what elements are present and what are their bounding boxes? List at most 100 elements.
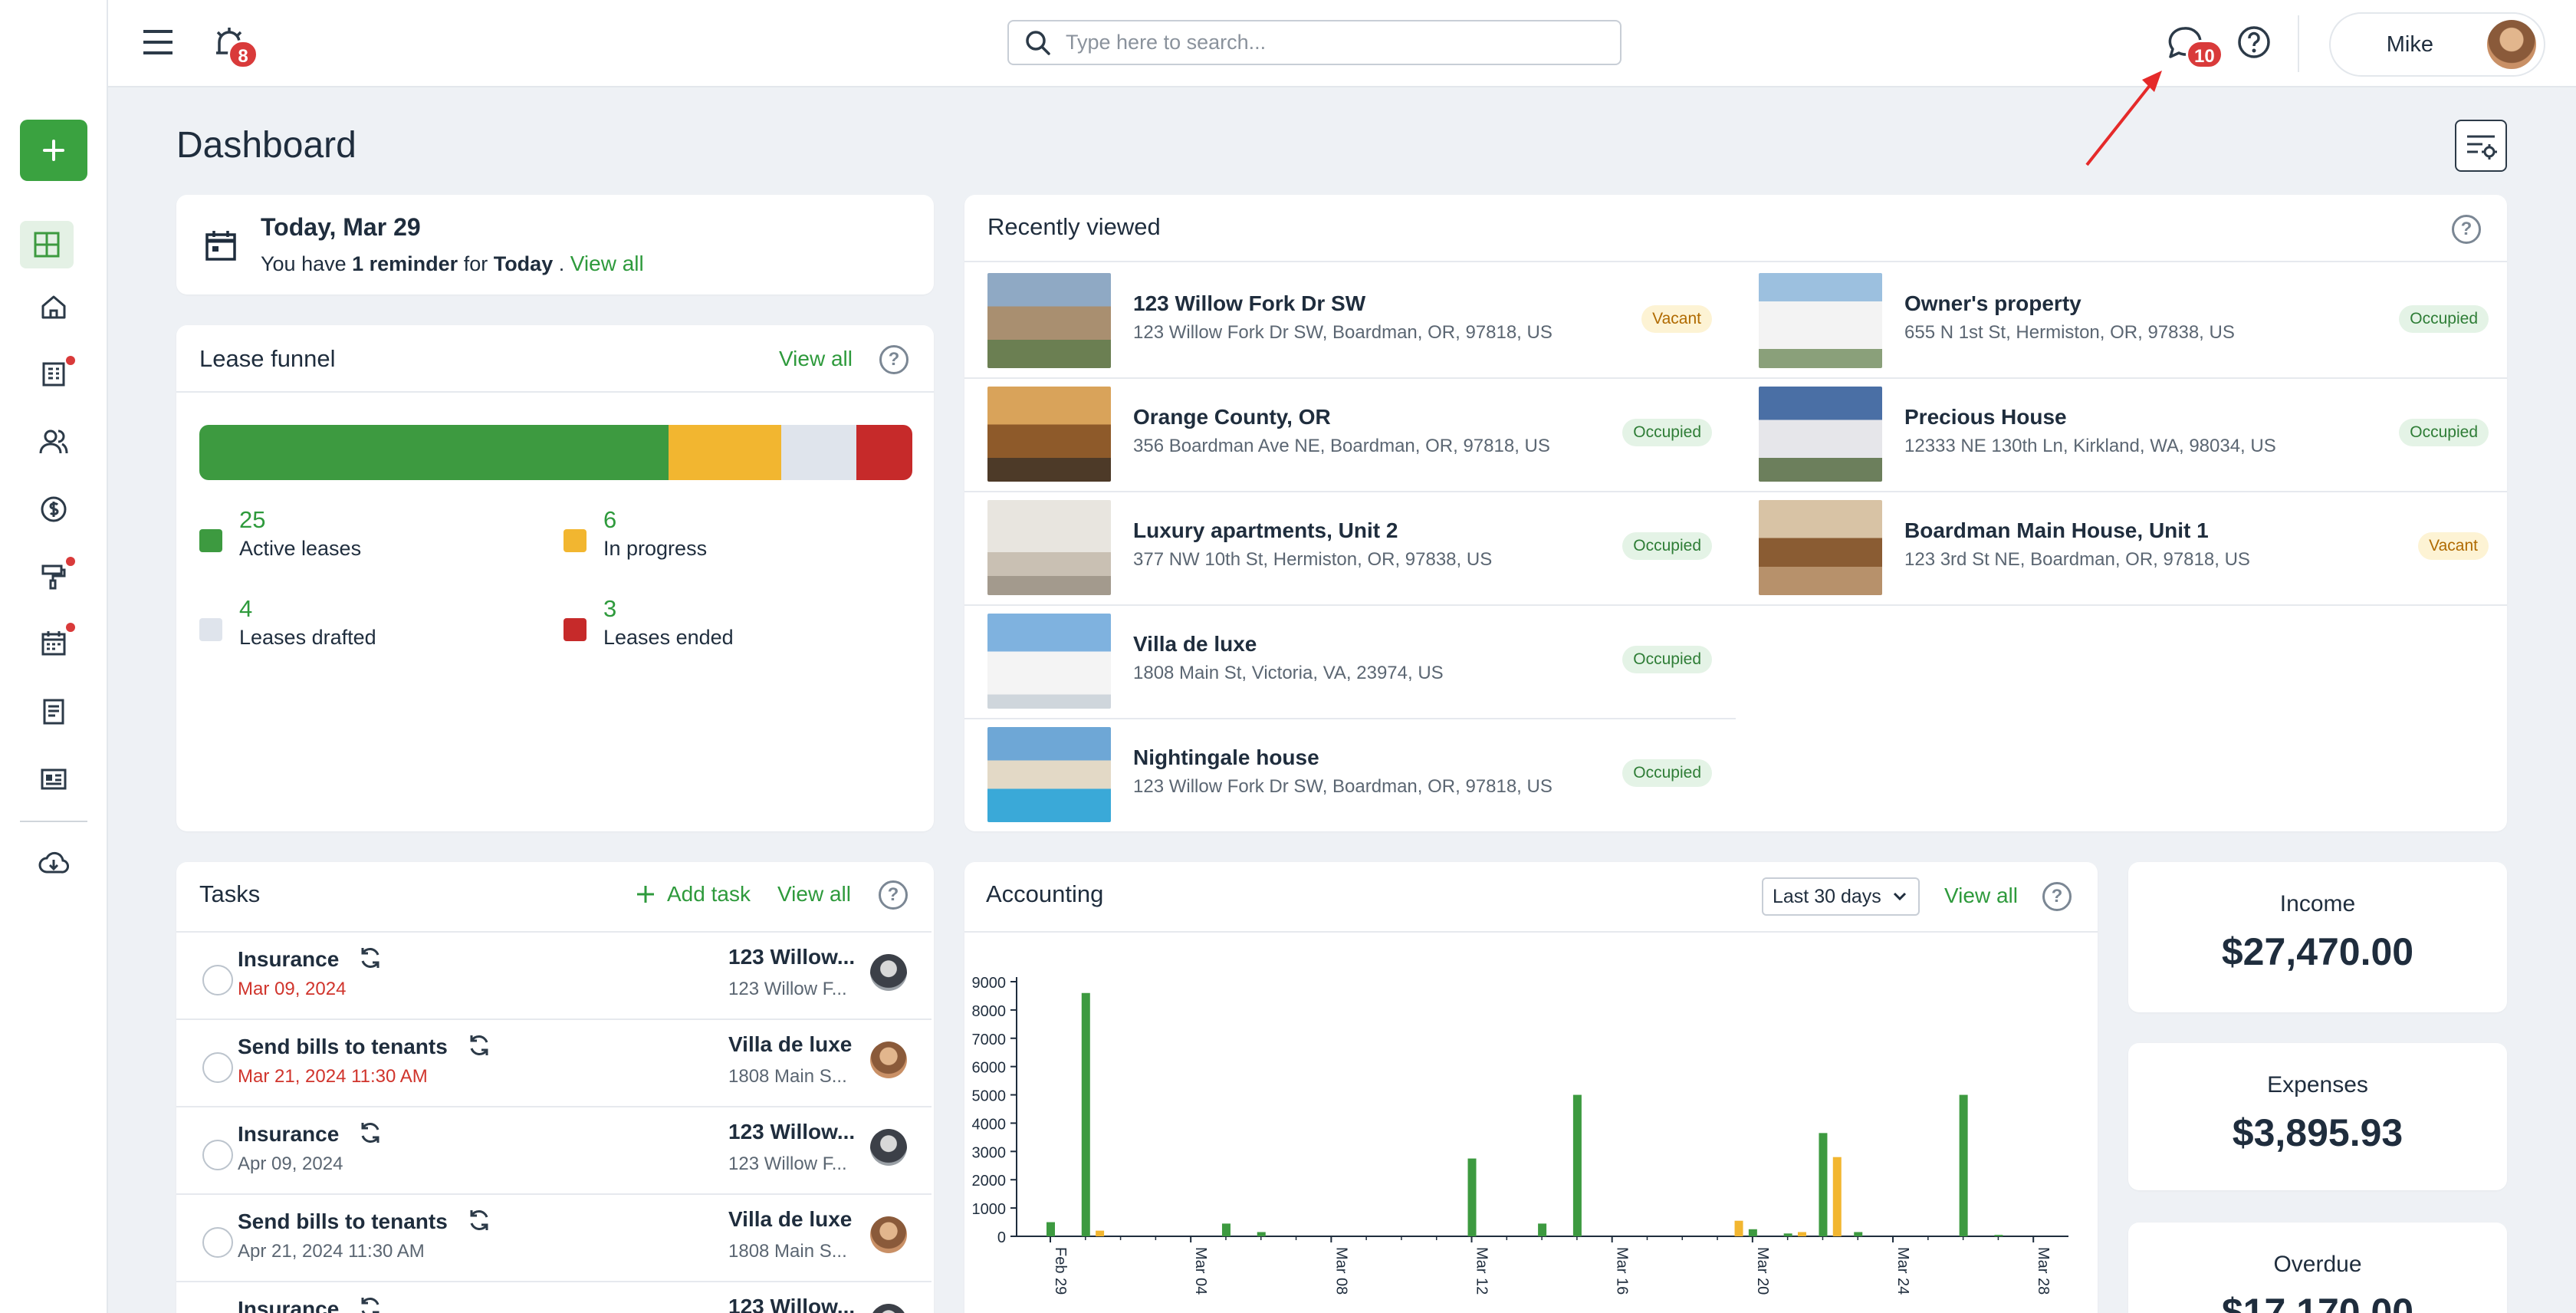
legend-swatch <box>564 618 586 641</box>
property-address: 123 Willow Fork Dr SW, Boardman, OR, 978… <box>1133 776 1552 797</box>
home-icon <box>41 295 66 319</box>
accounting-title: Accounting <box>986 880 1104 907</box>
funnel-legend-item[interactable]: 6 In progress <box>564 506 870 568</box>
dollar-icon <box>41 496 67 522</box>
task-title: Insurance <box>238 945 383 972</box>
funnel-legend-item[interactable]: 25 Active leases <box>199 506 506 568</box>
funnel-segment <box>856 425 912 480</box>
task-property: 123 Willow... <box>728 1295 856 1313</box>
recent-property-item[interactable]: Nightingale house 123 Willow Fork Dr SW,… <box>987 718 1735 831</box>
accounting-chart: 9000 8000 7000 6000 5000 4000 3000 2000 1000 0 Feb… <box>972 975 2068 1295</box>
id-card-icon <box>41 768 67 790</box>
funnel-legend-item[interactable]: 3 Leases ended <box>564 595 870 656</box>
task-complete-checkbox[interactable] <box>202 1052 233 1083</box>
property-thumbnail <box>987 387 1111 482</box>
task-row[interactable]: Insurance Mar 09, 2024 123 Willow... 123… <box>176 931 932 1018</box>
notification-dot <box>66 557 75 566</box>
chart-bar <box>1467 1158 1477 1236</box>
divider <box>964 604 2507 606</box>
chart-bar <box>1221 1223 1230 1236</box>
calendar-icon <box>41 631 66 656</box>
legend-label: Leases ended <box>603 626 734 649</box>
property-name: Owner's property <box>1904 291 2082 315</box>
task-row[interactable]: Send bills to tenants Apr 21, 2024 11:30… <box>176 1193 932 1280</box>
menu-button[interactable] <box>137 23 179 61</box>
task-property: Villa de luxe <box>728 1032 853 1056</box>
status-badge: Occupied <box>1622 419 1712 446</box>
y-tick-label: 1000 <box>972 1201 1007 1218</box>
search-icon <box>1026 30 1050 55</box>
recent-property-item[interactable]: Orange County, OR 356 Boardman Ave NE, B… <box>987 377 1735 491</box>
legend-swatch <box>199 529 222 552</box>
recent-property-item[interactable]: Boardman Main House, Unit 1 123 3rd St N… <box>1759 491 2489 604</box>
recently-viewed-title: Recently viewed <box>987 213 1161 240</box>
top-bar: 8 10 Mike <box>108 0 2576 87</box>
search-input[interactable] <box>1066 31 1602 54</box>
task-complete-checkbox[interactable] <box>202 965 233 995</box>
property-name: Orange County, OR <box>1133 405 1331 429</box>
task-property-address: 123 Willow F... <box>728 979 847 999</box>
lease-funnel-view-all-link[interactable]: View all <box>779 347 853 371</box>
building-icon <box>42 362 65 387</box>
create-new-button[interactable] <box>20 120 87 181</box>
help-button[interactable] <box>2235 23 2273 61</box>
task-complete-checkbox[interactable] <box>202 1140 233 1170</box>
cloud-download-icon <box>38 851 69 874</box>
messages-button[interactable]: 10 <box>2163 21 2223 69</box>
task-title: Send bills to tenants <box>238 1032 492 1059</box>
recent-property-item[interactable]: Owner's property 655 N 1st St, Hermiston… <box>1759 264 2489 377</box>
alarm-badge: 8 <box>228 40 258 69</box>
accounting-view-all-link[interactable]: View all <box>1944 884 2018 908</box>
search-box[interactable] <box>1007 20 1622 65</box>
recent-property-item[interactable]: Precious House 12333 NE 130th Ln, Kirkla… <box>1759 377 2489 491</box>
sidebar-item-leasing[interactable] <box>34 354 75 394</box>
reminders-view-all-link[interactable]: View all <box>570 252 644 275</box>
customize-dashboard-button[interactable] <box>2455 120 2507 172</box>
chart-bar <box>1832 1157 1842 1236</box>
task-complete-checkbox[interactable] <box>202 1227 233 1258</box>
divider <box>964 931 2098 933</box>
y-tick-label: 2000 <box>972 1173 1007 1190</box>
help-icon[interactable]: ? <box>2452 215 2481 244</box>
sidebar-item-maintenance[interactable] <box>34 557 75 597</box>
recurring-icon <box>361 1298 380 1313</box>
task-row[interactable]: Insurance Apr 09, 2024 123 Willow... 123… <box>176 1106 932 1193</box>
recent-property-item[interactable]: 123 Willow Fork Dr SW 123 Willow Fork Dr… <box>987 264 1735 377</box>
add-task-button[interactable]: Add task <box>635 882 751 907</box>
avatar <box>870 1216 907 1253</box>
plus-icon <box>637 886 654 903</box>
chart-bar <box>1572 1094 1582 1236</box>
property-name: Precious House <box>1904 405 2067 429</box>
funnel-legend-item[interactable]: 4 Leases drafted <box>199 595 506 656</box>
chart-bar <box>1854 1232 1863 1236</box>
annotation-arrow <box>2085 71 2162 166</box>
task-row[interactable]: Send bills to tenants Mar 21, 2024 11:30… <box>176 1018 932 1105</box>
sidebar-item-people[interactable] <box>34 422 74 462</box>
recent-property-item[interactable]: Luxury apartments, Unit 2 377 NW 10th St… <box>987 491 1735 604</box>
alarm-button[interactable]: 8 <box>208 21 258 69</box>
tasks-view-all-link[interactable]: View all <box>777 882 851 907</box>
today-card: Today, Mar 29 You have 1 reminder for To… <box>176 195 934 295</box>
help-icon[interactable]: ? <box>2042 882 2072 911</box>
help-icon[interactable]: ? <box>879 345 909 374</box>
task-property-address: 123 Willow F... <box>728 1153 847 1174</box>
people-icon <box>39 429 68 454</box>
task-row[interactable]: Insurance 123 Willow... <box>176 1281 932 1313</box>
user-menu[interactable]: Mike <box>2329 12 2545 77</box>
sidebar-item-properties[interactable] <box>34 287 74 327</box>
sidebar-item-dashboard[interactable] <box>20 221 74 268</box>
range-select[interactable]: Last 30 days <box>1762 877 1920 916</box>
sidebar-item-calendar[interactable] <box>34 623 75 663</box>
sidebar-item-listings[interactable] <box>34 759 74 799</box>
x-tick-label: Mar 20 <box>1754 1247 1771 1295</box>
recently-viewed-card: Recently viewed ? 123 Willow Fork Dr SW … <box>964 195 2507 831</box>
help-icon[interactable]: ? <box>879 880 908 910</box>
sidebar <box>0 0 108 1313</box>
chart-bar <box>1734 1220 1743 1236</box>
sidebar-item-download[interactable] <box>34 844 74 884</box>
task-property: 123 Willow... <box>728 1120 856 1144</box>
sidebar-item-reports[interactable] <box>34 692 74 732</box>
sidebar-item-accounting[interactable] <box>34 489 74 529</box>
legend-label: Active leases <box>239 537 362 560</box>
recent-property-item[interactable]: Villa de luxe 1808 Main St, Victoria, VA… <box>987 604 1735 718</box>
